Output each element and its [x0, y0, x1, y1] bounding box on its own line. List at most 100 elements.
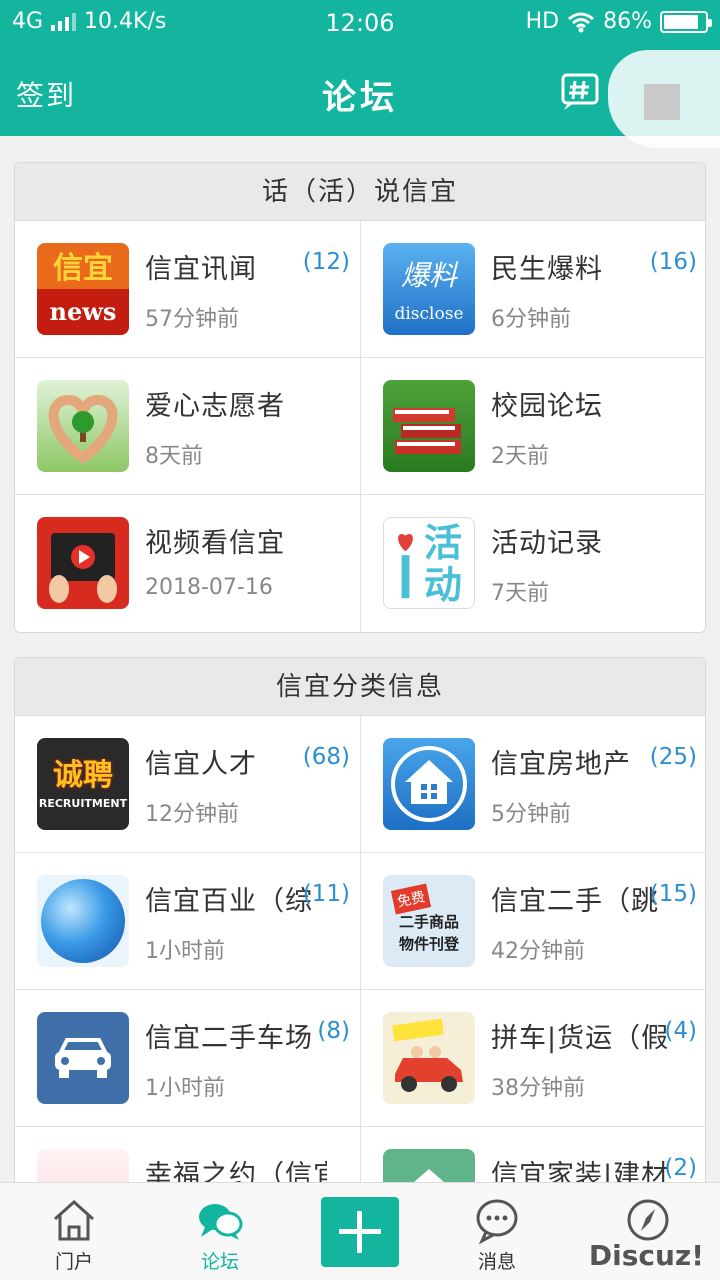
icon-text: 物件刊登 [398, 935, 459, 953]
forum-time: 8天前 [145, 444, 203, 469]
forum-name: 信宜人才 [145, 749, 257, 780]
forum-time: 12分钟前 [145, 802, 239, 827]
forum-count: (68) [302, 744, 350, 770]
forum-time: 2天前 [491, 444, 549, 469]
heart-hands-icon [37, 380, 129, 472]
discuz-watermark: Discuz! [588, 1239, 704, 1272]
tab-messages[interactable]: 消息 [425, 1183, 569, 1280]
forum-name: 幸福之约（信宜 [145, 1160, 327, 1182]
recruit-icon: 诚聘 RECRUITMENT [37, 738, 129, 830]
forum-count: (25) [649, 744, 697, 770]
forum-time: 2018-07-16 [145, 575, 273, 600]
car-icon [37, 1012, 129, 1104]
forum-item[interactable]: 信宜 news 信宜讯闻 (12) 57分钟前 [15, 221, 361, 358]
forum-item[interactable]: 免费 二手商品 物件刊登 信宜二手（跳 (15) 42分钟前 [361, 853, 705, 990]
forum-time: 57分钟前 [145, 307, 239, 332]
forum-count: (4) [664, 1018, 697, 1044]
forum-name: 拼车|货运（假 [491, 1023, 670, 1054]
forum-time: 42分钟前 [491, 939, 585, 964]
bottom-tab-bar: 门户 论坛 消息 Discuz! [0, 1182, 720, 1280]
forum-count: (15) [649, 881, 697, 907]
new-topic-hash-icon[interactable] [560, 72, 600, 112]
forum-time: 5分钟前 [491, 802, 571, 827]
home-icon [53, 1199, 95, 1241]
icon-text: RECRUITMENT [38, 797, 128, 810]
tab-forum[interactable]: 论坛 [148, 1183, 292, 1280]
forum-chat-icon [199, 1204, 243, 1240]
status-bar: 4G 10.4K/s 12:06 HD 86% [0, 0, 720, 46]
forum-section: 话（活）说信宜 信宜 news 信宜讯闻 (12) 57分钟前 爆料 discl… [14, 162, 706, 633]
icon-text: news [49, 297, 117, 326]
icon-text: 动 [424, 563, 463, 607]
icon-text: 活 [424, 521, 463, 565]
message-bubble-icon [476, 1199, 518, 1245]
house-icon [383, 738, 475, 830]
forum-time: 1小时前 [145, 939, 225, 964]
disclose-icon: 爆料 disclose [383, 243, 475, 335]
forum-item[interactable]: 幸福之约（信宜 [15, 1127, 361, 1182]
icon-text: 爆料 [400, 259, 457, 292]
wedding-icon [37, 1149, 129, 1182]
forum-item[interactable]: 活 动 活动记录 7天前 [361, 495, 705, 632]
section-title: 话（活）说信宜 [15, 163, 705, 221]
decoration-icon [383, 1149, 475, 1182]
forum-item[interactable]: 信宜房地产 (25) 5分钟前 [361, 716, 705, 853]
forum-time: 1小时前 [145, 1076, 225, 1101]
forum-item[interactable]: 信宜二手车场 (8) 1小时前 [15, 990, 361, 1127]
battery-icon [660, 10, 712, 33]
icon-text: 信宜 [53, 251, 113, 286]
forum-item[interactable]: 信宜百业（综 (11) 1小时前 [15, 853, 361, 990]
forum-item[interactable]: 爱心志愿者 8天前 [15, 358, 361, 495]
icon-text: 诚聘 [53, 758, 113, 793]
forum-count: (12) [302, 249, 350, 275]
forum-name: 信宜家装|建材 [491, 1160, 670, 1182]
new-post-button[interactable] [321, 1197, 399, 1267]
icon-text: 二手商品 [398, 913, 459, 931]
redacted-blur [608, 50, 720, 148]
wifi-icon [568, 12, 595, 32]
tab-label: 论坛 [200, 1251, 239, 1273]
forum-item[interactable]: 信宜家装|建材 (2) [361, 1127, 705, 1182]
tab-portal[interactable]: 门户 [2, 1183, 146, 1280]
forum-count: (11) [302, 881, 350, 907]
forum-item[interactable]: 爆料 disclose 民生爆料 (16) 6分钟前 [361, 221, 705, 358]
forum-count: (2) [664, 1155, 697, 1181]
forum-name: 信宜二手（跳 [491, 886, 659, 917]
forum-name: 信宜百业（综 [145, 886, 313, 917]
battery-fill [664, 14, 699, 29]
tab-label: 门户 [54, 1251, 93, 1273]
battery-percent: 86% [603, 9, 652, 34]
carpool-icon [383, 1012, 475, 1104]
compass-icon [627, 1199, 669, 1241]
hd-indicator: HD [525, 9, 560, 34]
forum-name: 校园论坛 [491, 391, 603, 422]
globe-icon [37, 875, 129, 967]
section-title: 信宜分类信息 [15, 658, 705, 716]
forum-time: 7天前 [491, 581, 549, 606]
forum-count: (16) [649, 249, 697, 275]
activity-icon: 活 动 [383, 517, 475, 609]
forum-name: 视频看信宜 [145, 528, 285, 559]
forum-item[interactable]: 视频看信宜 2018-07-16 [15, 495, 361, 632]
tab-label: 消息 [477, 1251, 516, 1273]
forum-list: 话（活）说信宜 信宜 news 信宜讯闻 (12) 57分钟前 爆料 discl… [0, 136, 720, 1182]
books-icon [383, 380, 475, 472]
video-tablet-icon [37, 517, 129, 609]
icon-text: 免费 [390, 883, 432, 915]
forum-name: 活动记录 [491, 528, 603, 559]
forum-name: 信宜二手车场 [145, 1023, 313, 1054]
secondhand-icon: 免费 二手商品 物件刊登 [383, 875, 475, 967]
forum-count: (8) [317, 1018, 350, 1044]
forum-section: 信宜分类信息 诚聘 RECRUITMENT 信宜人才 (68) 12分钟前 信宜… [14, 657, 706, 1182]
icon-text: disclose [394, 304, 464, 324]
news-icon: 信宜 news [37, 243, 129, 335]
forum-item[interactable]: 拼车|货运（假 (4) 38分钟前 [361, 990, 705, 1127]
forum-time: 6分钟前 [491, 307, 571, 332]
forum-time: 38分钟前 [491, 1076, 585, 1101]
forum-item[interactable]: 校园论坛 2天前 [361, 358, 705, 495]
forum-name: 信宜讯闻 [145, 254, 257, 285]
forum-name: 爱心志愿者 [145, 391, 285, 422]
forum-name: 信宜房地产 [491, 749, 631, 780]
app-header: 签到 论坛 [0, 46, 720, 148]
forum-item[interactable]: 诚聘 RECRUITMENT 信宜人才 (68) 12分钟前 [15, 716, 361, 853]
